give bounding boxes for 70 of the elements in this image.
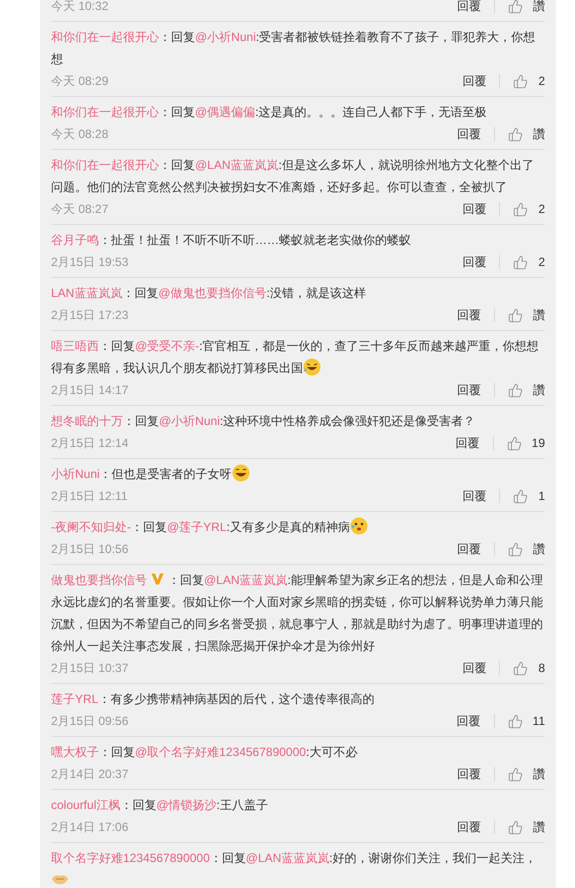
like-button[interactable]: 讚: [508, 125, 545, 143]
like-button[interactable]: 19: [506, 434, 545, 452]
thumbs-up-icon: [513, 254, 528, 270]
like-button[interactable]: 讚: [508, 381, 545, 399]
like-button[interactable]: 2: [513, 72, 545, 90]
thumbs-up-icon: [513, 202, 528, 216]
comment-text: colourful江枫：回复@情锁扬沙:王八盖子: [51, 797, 269, 814]
comment-time: 2月15日 09:56: [51, 713, 128, 730]
thumbs-up-icon: [508, 766, 523, 782]
comment-time: 2月15日 14:17: [51, 382, 128, 399]
like-button[interactable]: 讚: [508, 765, 545, 783]
reply-link[interactable]: 回覆: [462, 487, 486, 505]
comment-text: 和你们在一起很开心：回复@偶遇偏偏:这是真的。。。连自己人都下手，无语至极: [51, 104, 488, 121]
thumbs-up-icon: [508, 542, 523, 556]
thumbs-up-icon: [508, 820, 523, 834]
thumbs-up-icon: [508, 382, 523, 398]
thumbs-up-icon: [508, 308, 523, 322]
comment-time: 2月15日 10:56: [51, 541, 128, 558]
reply-link[interactable]: 回覆: [456, 712, 481, 730]
like-button[interactable]: 讚: [508, 0, 545, 15]
like-button[interactable]: 1: [513, 487, 545, 505]
reply-link[interactable]: 回覆: [457, 125, 481, 143]
comment-text: LAN蓝蓝岚岚：回复@做鬼也要挡你信号:没错，就是该这样: [51, 285, 367, 302]
like-button[interactable]: 讚: [508, 818, 545, 836]
thumbs-up-icon: [513, 488, 528, 504]
comment-time: 2月15日 12:11: [51, 488, 128, 505]
comment-time: 今天 08:29: [51, 73, 108, 90]
comment-text: 想冬眠的十万：回复@小祈Nuni:这种环境中性格养成会像强奸犯还是像受害者？: [51, 413, 476, 430]
thumbs-up-icon: [508, 714, 523, 728]
like-button[interactable]: 11: [508, 712, 545, 730]
comment-time: 2月15日 10:37: [51, 660, 128, 677]
comment-text: -夜阑不知归处-：回复@莲子YRL:又有多少是真的精神病: [51, 516, 545, 538]
reply-link[interactable]: 回覆: [462, 200, 486, 218]
comment-text: 谷月子鸣：扯蛋！扯蛋！不听不听不听……蝼蚁就老老实做你的蝼蚁: [51, 232, 412, 249]
comment-text: 和你们在一起很开心：回复@LAN蓝蓝岚岚:但是这么多坏人，就说明徐州地方文化整个出了问题。他们的法官竟然公然判决被拐妇女不准离婚，还好多起。你可以查查，全被扒了: [51, 157, 535, 196]
comment-time: 今天 08:27: [51, 201, 108, 218]
like-button[interactable]: 2: [513, 253, 545, 271]
reply-link[interactable]: 回覆: [457, 0, 481, 15]
reply-link[interactable]: 回覆: [462, 659, 486, 677]
thumbs-up-icon: [513, 660, 528, 676]
comment-time: 2月14日 17:06: [51, 819, 128, 836]
thumbs-up-icon: [508, 126, 523, 142]
reply-link[interactable]: 回覆: [462, 253, 486, 271]
reply-link[interactable]: 回覆: [457, 765, 481, 783]
like-button[interactable]: 讚: [508, 540, 545, 558]
thumbs-up-icon: [506, 436, 522, 450]
comment-text: 做鬼也要挡你信号 ：回复@LAN蓝蓝岚岚:能理解希望为家乡正名的想法，但是人命和公理永远比虚幻的名誉重要。假如让你一个人面对家乡黑暗的拐卖链，你可以解释说势单力薄只能沉默，但因为不希望自己的同乡名誉受损，就息事宁人，那就是助纣为虐了。明事理讲道理的徐州人一起关注事态发展，扫黑除恶揭开保护伞才是为徐州好: [51, 572, 544, 655]
comment-text: 唔三唔西：回复@受受不亲-:官官相互，都是一伙的，查了三十多年反而越来越严重，你想想得有多黑暗，我认识几个朋友都说打算移民出国: [51, 338, 540, 378]
comment-time: 2月15日 12:14: [51, 435, 128, 452]
comment-time: 2月15日 19:53: [51, 254, 128, 271]
comment-text: 莲子YRL：有多少携带精神病基因的后代，这个遗传率很高的: [51, 691, 376, 708]
reply-link[interactable]: 回覆: [457, 381, 481, 399]
reply-link[interactable]: 回覆: [457, 540, 481, 558]
comment-text: 嘿大权子：回复@取个名字好难1234567890000:大可不必: [51, 744, 358, 761]
like-button[interactable]: 2: [513, 200, 545, 218]
reply-link[interactable]: 回覆: [457, 818, 481, 836]
like-button[interactable]: 8: [513, 659, 545, 677]
reply-link[interactable]: 回覆: [456, 434, 480, 452]
comment-text: 和你们在一起很开心：回复@小祈Nuni:受害者都被铁链拴着教育不了孩子，罪犯养大，你想想: [51, 29, 536, 68]
thumbs-up-icon: [513, 74, 528, 88]
comment-time: 2月14日 20:37: [51, 766, 128, 783]
comment-text: 取个名字好难1234567890000：回复@LAN蓝蓝岚岚:好的，谢谢你们关注，我们一起关注，: [51, 847, 545, 888]
comment-time: 今天 10:32: [51, 0, 108, 15]
comment-text: 小祈Nuni：但也是受害者的子女呀: [51, 463, 545, 485]
reply-link[interactable]: 回覆: [457, 306, 481, 324]
reply-link[interactable]: 回覆: [462, 72, 486, 90]
thumbs-up-icon: [508, 0, 523, 14]
like-button[interactable]: 讚: [508, 306, 545, 324]
comment-time: 今天 08:28: [51, 126, 108, 143]
comment-time: 2月15日 17:23: [51, 307, 128, 324]
